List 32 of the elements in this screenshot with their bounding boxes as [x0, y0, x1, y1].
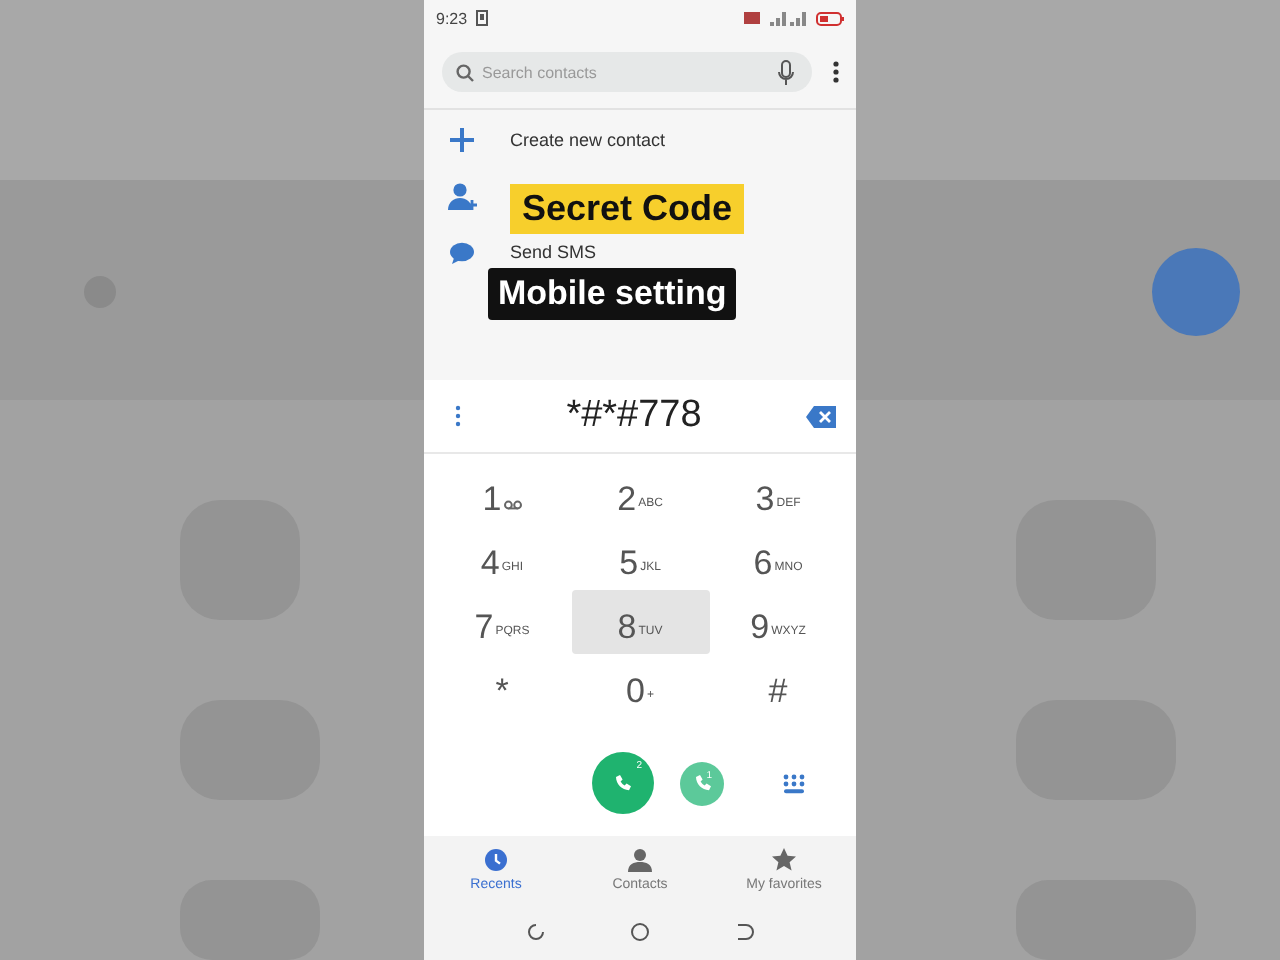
backspace-icon[interactable]	[806, 405, 836, 427]
recent-apps-icon[interactable]	[526, 922, 546, 942]
action-label[interactable]: Create new contact	[510, 130, 666, 150]
dialpad-icon[interactable]	[782, 773, 806, 793]
caption: Secret Code	[510, 184, 745, 234]
dialed-number: *#*#778	[566, 394, 702, 438]
phone-icon	[614, 774, 632, 792]
battery-icon	[816, 11, 844, 25]
dial-key[interactable]: #	[709, 654, 847, 718]
chat-bubble-icon[interactable]	[450, 241, 474, 263]
signal-icon	[768, 11, 808, 25]
star-icon	[772, 848, 796, 872]
voicemail-icon	[503, 500, 522, 510]
more-icon[interactable]	[454, 404, 462, 428]
search-icon	[456, 64, 474, 82]
dial-key[interactable]: 1	[433, 462, 571, 526]
add-person-icon[interactable]	[447, 182, 477, 210]
home-icon[interactable]	[630, 922, 650, 942]
plus-icon[interactable]	[448, 126, 476, 154]
clock-icon	[484, 848, 508, 872]
person-icon	[628, 848, 652, 872]
caption: Mobile setting	[488, 268, 737, 320]
status-time: 9:23	[436, 9, 468, 27]
back-icon[interactable]	[734, 922, 754, 942]
notification-icon	[475, 10, 488, 26]
menu-icon[interactable]	[832, 60, 840, 84]
microphone-icon[interactable]	[778, 60, 794, 86]
sim-icon	[744, 12, 760, 24]
search-field[interactable]: Search contacts	[442, 52, 812, 92]
action-label[interactable]: Send SMS	[510, 242, 597, 262]
phone-icon	[693, 774, 711, 792]
dial-key[interactable]: *	[433, 654, 571, 718]
